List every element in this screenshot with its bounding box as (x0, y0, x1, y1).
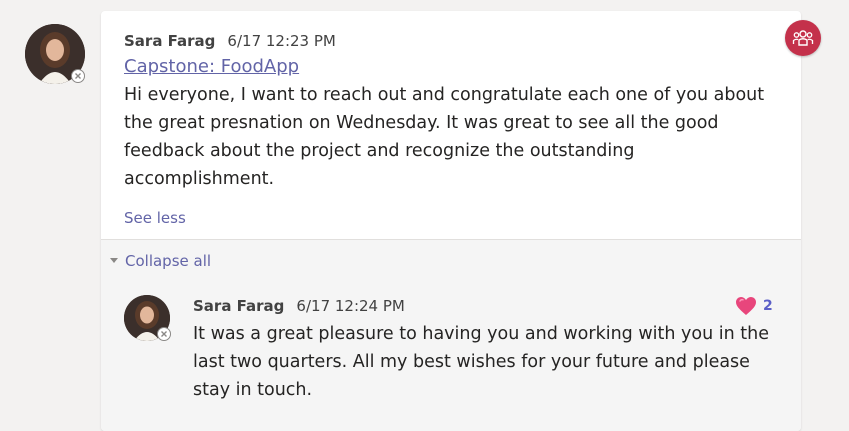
post-timestamp: 6/17 12:23 PM (227, 32, 336, 50)
team-badge[interactable] (785, 20, 821, 56)
reply-body: It was a great pleasure to having you an… (193, 320, 769, 404)
reply-body-line: stay in touch. (193, 380, 313, 400)
post-header: Sara Farag 6/17 12:23 PM (124, 31, 336, 50)
heart-icon (736, 297, 756, 315)
author-name[interactable]: Sara Farag (124, 32, 215, 50)
reply-body-line: It was a great pleasure to having you an… (193, 324, 769, 344)
post-body-line: Hi everyone, I want to reach out and con… (124, 85, 765, 105)
replies-section: Collapse all Sara Farag 6/17 12:24 PM 2 I… (101, 239, 801, 431)
collapse-all-button[interactable]: Collapse all (109, 252, 211, 270)
post-body-line: the great presnation on Wednesday. It wa… (124, 113, 719, 133)
chevron-down-icon (110, 258, 118, 263)
reaction-count: 2 (763, 298, 773, 314)
post-subject[interactable]: Capstone: FoodApp (124, 56, 299, 77)
offline-status-icon (157, 327, 171, 341)
post-body-line: feedback about the project and recognize… (124, 141, 635, 161)
post-body-line: accomplishment. (124, 169, 275, 189)
reply-timestamp: 6/17 12:24 PM (296, 297, 405, 315)
reply-author-name[interactable]: Sara Farag (193, 297, 284, 315)
group-icon (792, 30, 814, 46)
see-less-link[interactable]: See less (124, 209, 186, 227)
collapse-all-label: Collapse all (125, 252, 212, 270)
offline-status-icon (71, 69, 85, 83)
post-card: Sara Farag 6/17 12:23 PM Capstone: FoodAp… (101, 11, 801, 431)
reaction-heart[interactable]: 2 (735, 296, 773, 316)
reply-header: Sara Farag 6/17 12:24 PM (193, 296, 405, 315)
reply-body-line: last two quarters. All my best wishes fo… (193, 352, 750, 372)
post-body: Hi everyone, I want to reach out and con… (124, 81, 764, 193)
